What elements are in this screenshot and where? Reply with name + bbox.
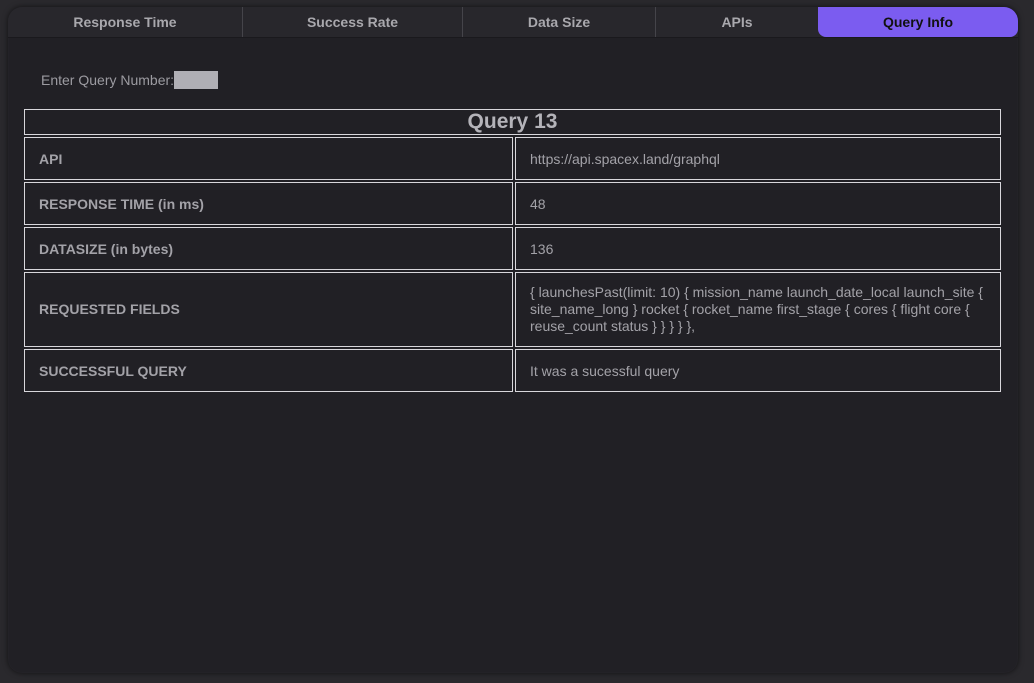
query-info-table: Query 13 API https://api.spacex.land/gra… <box>22 107 1003 394</box>
table-row: REQUESTED FIELDS { launchesPast(limit: 1… <box>24 272 1001 347</box>
table-row: RESPONSE TIME (in ms) 48 <box>24 182 1001 225</box>
main-panel: Response Time Success Rate Data Size API… <box>8 7 1018 673</box>
row-key-successful-query: SUCCESSFUL QUERY <box>24 349 513 392</box>
query-title: Query 13 <box>24 109 1001 135</box>
row-value-api: https://api.spacex.land/graphql <box>515 137 1001 180</box>
row-value-response-time: 48 <box>515 182 1001 225</box>
row-key-response-time: RESPONSE TIME (in ms) <box>24 182 513 225</box>
table-row: DATASIZE (in bytes) 136 <box>24 227 1001 270</box>
tab-success-rate[interactable]: Success Rate <box>243 7 463 37</box>
row-key-datasize: DATASIZE (in bytes) <box>24 227 513 270</box>
row-key-api: API <box>24 137 513 180</box>
tab-bar: Response Time Success Rate Data Size API… <box>8 7 1018 38</box>
tab-query-info[interactable]: Query Info <box>818 7 1018 37</box>
tab-response-time[interactable]: Response Time <box>8 7 243 37</box>
table-row: API https://api.spacex.land/graphql <box>24 137 1001 180</box>
row-value-requested-fields: { launchesPast(limit: 10) { mission_name… <box>515 272 1001 347</box>
row-value-successful-query: It was a sucessful query <box>515 349 1001 392</box>
tab-data-size[interactable]: Data Size <box>463 7 656 37</box>
row-key-requested-fields: REQUESTED FIELDS <box>24 272 513 347</box>
query-number-row: Enter Query Number: <box>41 71 219 89</box>
tab-apis[interactable]: APIs <box>656 7 818 37</box>
query-number-input[interactable] <box>174 71 219 89</box>
row-value-datasize: 136 <box>515 227 1001 270</box>
table-row: SUCCESSFUL QUERY It was a sucessful quer… <box>24 349 1001 392</box>
query-number-label: Enter Query Number: <box>41 72 175 88</box>
